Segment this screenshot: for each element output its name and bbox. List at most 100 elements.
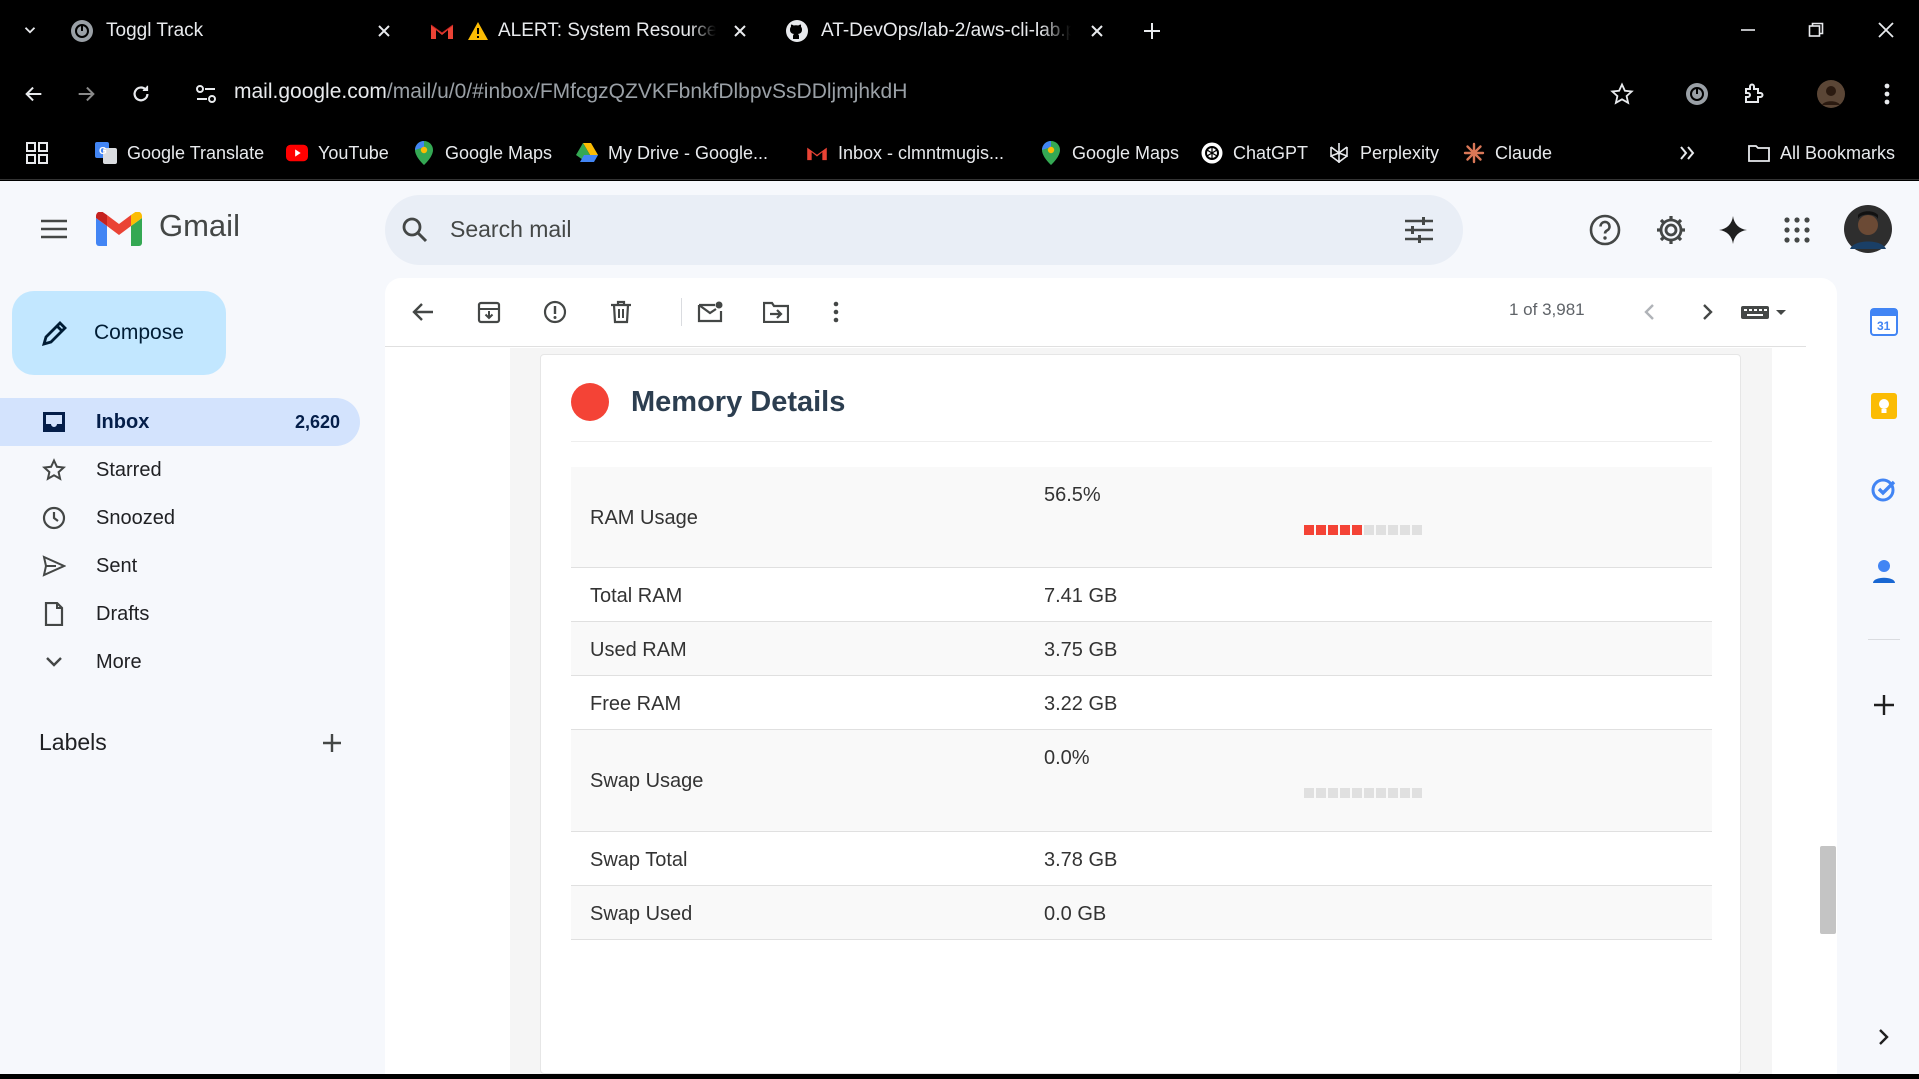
- toggl-extension-icon[interactable]: [1679, 76, 1715, 112]
- minimize-icon[interactable]: [1728, 14, 1768, 46]
- ram-usage-bar: [1304, 525, 1422, 535]
- bookmark-label: My Drive - Google...: [608, 142, 769, 163]
- search-input[interactable]: Search mail: [450, 216, 571, 243]
- profile-avatar-icon[interactable]: [1813, 76, 1849, 112]
- report-spam-icon[interactable]: [535, 292, 575, 332]
- bookmark-inbox[interactable]: Inbox - clmntmugis...: [806, 138, 1004, 168]
- metric-value: 0.0 GB: [1044, 903, 1107, 925]
- restore-icon[interactable]: [1796, 14, 1836, 46]
- bookmark-google-maps[interactable]: Google Maps: [413, 138, 552, 168]
- toolbar-bottom-border: [385, 346, 1806, 347]
- compose-button[interactable]: Compose: [12, 291, 226, 375]
- extensions-puzzle-icon[interactable]: [1736, 76, 1772, 112]
- apps-grid-icon[interactable]: [26, 138, 48, 168]
- search-bar[interactable]: Search mail: [385, 195, 1463, 265]
- sidebar-item-starred[interactable]: Starred: [0, 446, 360, 494]
- new-tab-plus-icon[interactable]: [1140, 19, 1164, 43]
- site-settings-icon[interactable]: [188, 76, 224, 112]
- bookmark-google-maps-2[interactable]: Google Maps: [1040, 138, 1179, 168]
- search-options-sliders-icon[interactable]: [1395, 206, 1443, 254]
- tab-title: Toggl Track: [106, 20, 204, 41]
- bookmark-perplexity[interactable]: Perplexity: [1328, 138, 1439, 168]
- search-icon[interactable]: [391, 206, 439, 254]
- bookmark-google-translate[interactable]: G Google Translate: [95, 138, 264, 168]
- forward-icon[interactable]: [68, 76, 104, 112]
- move-to-folder-icon[interactable]: [756, 292, 796, 332]
- bookmark-label: Inbox - clmntmugis...: [838, 142, 1005, 163]
- tab-alert-email[interactable]: ALERT: System Resources Cr: [430, 12, 716, 50]
- bookmark-claude[interactable]: Claude: [1463, 138, 1552, 168]
- google-contacts-icon[interactable]: [1864, 551, 1904, 591]
- get-addons-plus-icon[interactable]: [1864, 685, 1904, 725]
- usage-bar-segment: [1412, 788, 1422, 798]
- google-drive-icon: [576, 142, 598, 164]
- tab-close-icon[interactable]: [1085, 19, 1109, 43]
- close-window-icon[interactable]: [1866, 14, 1906, 46]
- back-icon[interactable]: [16, 76, 52, 112]
- delete-trash-icon[interactable]: [601, 292, 641, 332]
- tab-title: ALERT: System Resources Cr: [498, 20, 716, 41]
- mark-unread-icon[interactable]: [690, 292, 730, 332]
- back-to-inbox-arrow-icon[interactable]: [403, 292, 443, 332]
- tab-search-chevron-icon[interactable]: [12, 12, 48, 48]
- memory-table: RAM Usage 56.5% Total RAM 7.41 GB Used R…: [571, 467, 1712, 940]
- bookmark-my-drive[interactable]: My Drive - Google...: [576, 138, 768, 168]
- tab-close-icon[interactable]: [372, 19, 396, 43]
- archive-icon[interactable]: [469, 292, 509, 332]
- google-calendar-icon[interactable]: 31: [1864, 302, 1904, 342]
- tab-toggl-track[interactable]: Toggl Track: [70, 12, 360, 50]
- usage-bar-segment: [1316, 788, 1326, 798]
- google-maps-icon: [1040, 141, 1062, 165]
- bookmark-label: Claude: [1495, 142, 1553, 163]
- main-menu-hamburger-icon[interactable]: [30, 205, 78, 253]
- google-apps-grid-icon[interactable]: [1773, 206, 1821, 254]
- more-bookmarks-chevron-icon[interactable]: [1678, 138, 1696, 168]
- window-bottom-edge: [0, 1074, 1919, 1079]
- url-path: /mail/u/0/#inbox/FMfcgzQZVKFbnkfDlbpvSsD…: [386, 80, 908, 103]
- metric-label: Free RAM: [590, 693, 682, 715]
- bookmark-star-icon[interactable]: [1604, 76, 1640, 112]
- usage-bar-segment: [1328, 525, 1338, 535]
- more-actions-vertical-dots-icon[interactable]: [816, 292, 856, 332]
- sidebar-item-inbox[interactable]: Inbox 2,620: [0, 398, 360, 446]
- older-chevron-right-icon[interactable]: [1688, 292, 1728, 332]
- metric-label: Used RAM: [590, 639, 687, 661]
- sidebar-item-drafts[interactable]: Drafts: [0, 590, 360, 638]
- input-tools-keyboard-icon[interactable]: [1735, 292, 1795, 332]
- reload-icon[interactable]: [123, 76, 159, 112]
- compose-label: Compose: [94, 321, 184, 344]
- sidebar-item-sent[interactable]: Sent: [0, 542, 360, 590]
- browser-menu-icon[interactable]: [1869, 76, 1905, 112]
- chatgpt-icon: [1201, 142, 1223, 164]
- show-side-panel-chevron-icon[interactable]: [1864, 1017, 1904, 1057]
- settings-gear-icon[interactable]: [1647, 206, 1695, 254]
- bookmark-chatgpt[interactable]: ChatGPT: [1201, 138, 1308, 168]
- google-tasks-icon[interactable]: [1864, 469, 1904, 509]
- tab-github[interactable]: AT-DevOps/lab-2/aws-cli-lab.p: [785, 12, 1071, 50]
- section-heading: Memory Details: [571, 383, 845, 421]
- all-bookmarks[interactable]: All Bookmarks: [1748, 138, 1895, 168]
- gemini-sparkle-icon[interactable]: [1709, 206, 1757, 254]
- gmail-logo-icon[interactable]: [95, 205, 143, 253]
- bookmark-youtube[interactable]: YouTube: [286, 138, 389, 168]
- table-row: Free RAM 3.22 GB: [571, 676, 1712, 730]
- bookmark-label: Google Maps: [1072, 142, 1180, 163]
- help-icon[interactable]: [1581, 206, 1629, 254]
- gmail-logo-text: Gmail: [159, 208, 240, 243]
- sidebar-item-more[interactable]: More: [0, 638, 360, 686]
- sidebar-item-label: Sent: [96, 554, 138, 577]
- usage-bar-segment: [1400, 788, 1410, 798]
- add-label-plus-icon[interactable]: [308, 719, 356, 767]
- google-keep-icon[interactable]: [1864, 386, 1904, 426]
- address-bar[interactable]: mail.google.com/mail/u/0/#inbox/FMfcgzQZ…: [234, 80, 907, 104]
- metric-label: RAM Usage: [590, 507, 698, 529]
- newer-chevron-left-icon[interactable]: [1629, 292, 1669, 332]
- sidebar-item-snoozed[interactable]: Snoozed: [0, 494, 360, 542]
- gmail-icon: [806, 142, 828, 164]
- bookmark-label: YouTube: [318, 142, 389, 163]
- tab-strip: Toggl Track ALERT: System Resources Cr A…: [0, 0, 1919, 62]
- table-row: Swap Usage 0.0%: [571, 730, 1712, 832]
- tab-close-icon[interactable]: [728, 19, 752, 43]
- scrollbar-thumb[interactable]: [1820, 846, 1836, 934]
- perplexity-icon: [1328, 142, 1350, 164]
